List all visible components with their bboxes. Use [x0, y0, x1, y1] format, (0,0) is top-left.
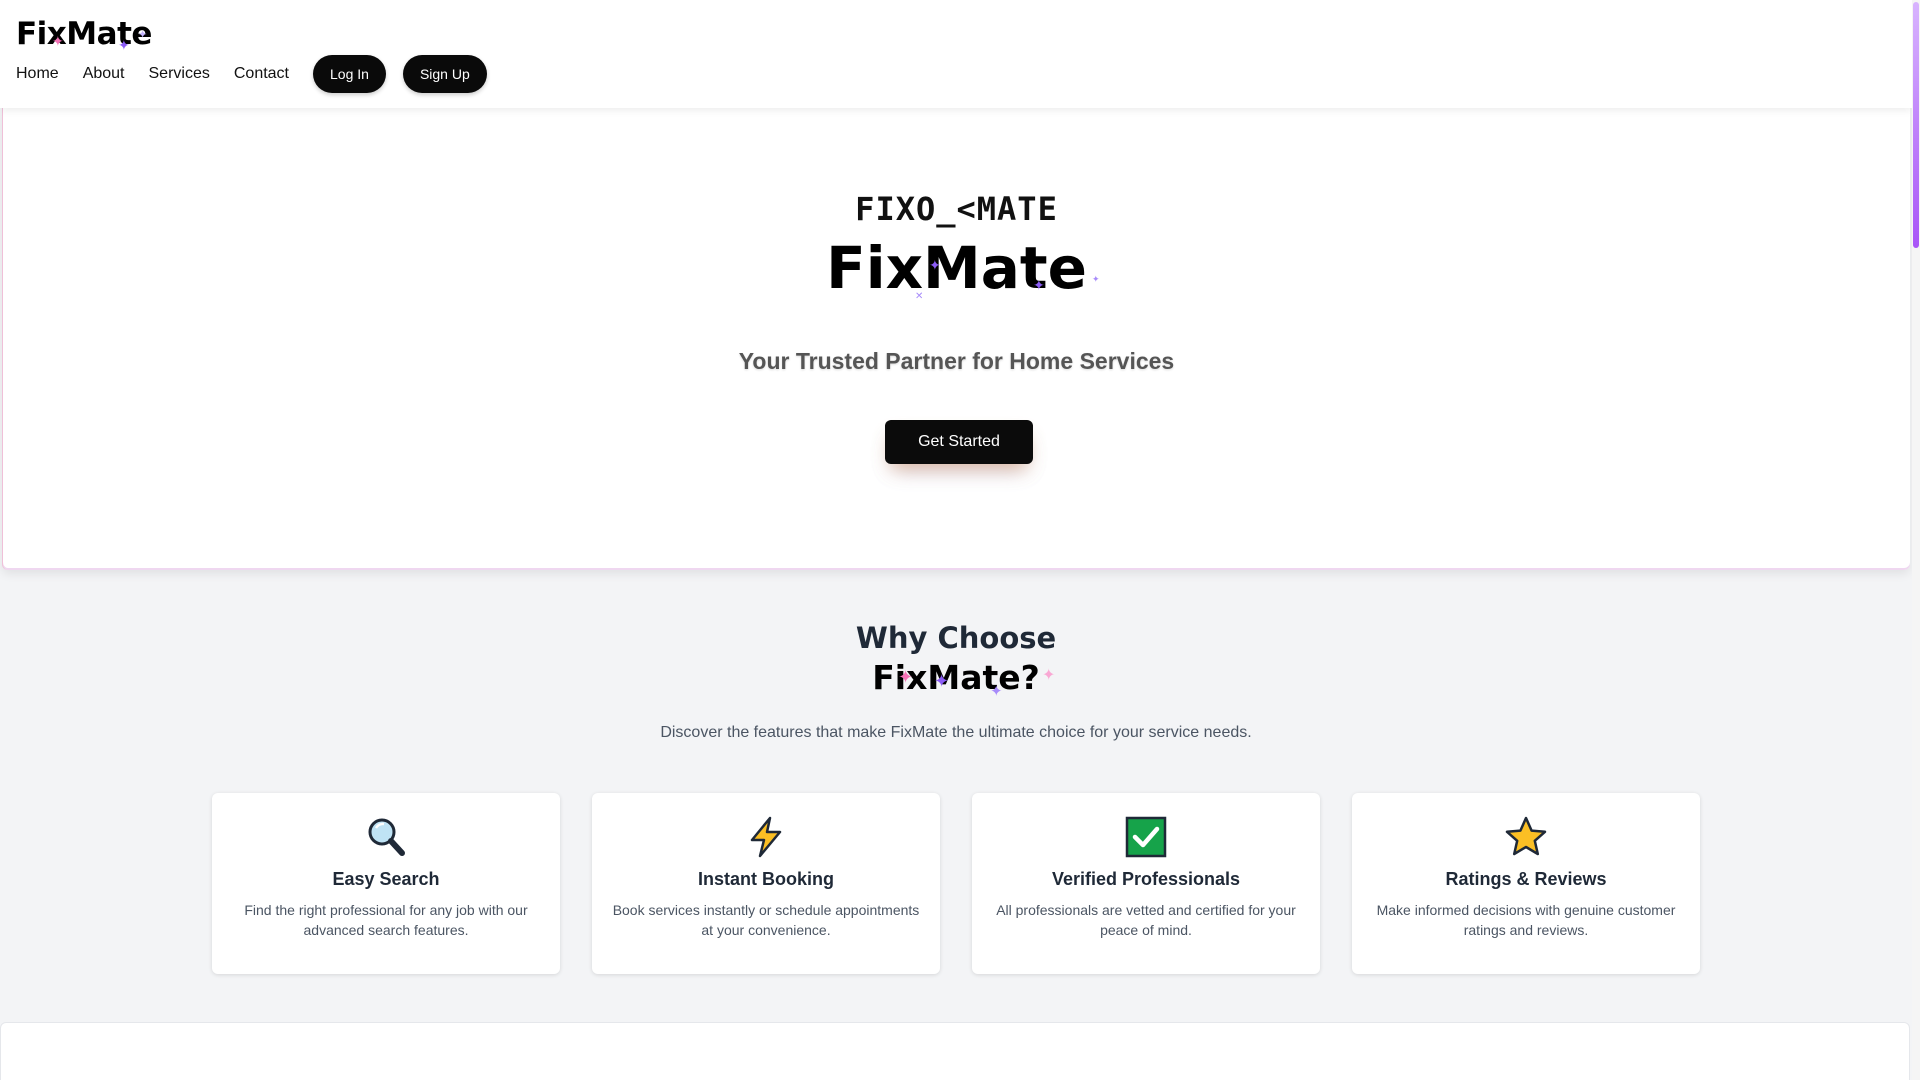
feature-title: Verified Professionals — [1051, 869, 1241, 889]
logo-text: FixMate — [16, 16, 152, 52]
main-nav: Home About Services Contact Log In Sign … — [16, 55, 504, 93]
feature-description: Make informed decisions with genuine cus… — [1376, 902, 1676, 938]
feature-title: Ratings & Reviews — [1445, 869, 1607, 889]
scrollbar-thumb[interactable] — [1913, 2, 1919, 248]
sparkle-icon: ✦ — [1042, 667, 1056, 684]
next-section-panel — [0, 1022, 1910, 1080]
site-header: FixMate ✦ ✦ ✦ Home About Services Contac… — [0, 0, 1912, 108]
why-section-title: Why Choose FixMate? — [0, 618, 1912, 698]
sparkle-icon: ✦ — [990, 683, 1003, 700]
sparkle-icon: ✦ — [52, 33, 64, 49]
page: FixMate ✦ ✦ ✦ Home About Services Contac… — [0, 0, 1920, 1080]
sparkle-icon: ✦ — [1092, 274, 1100, 284]
scrollbar[interactable] — [1912, 0, 1920, 1080]
magnifier-icon — [212, 815, 560, 859]
feature-cards: Easy Search Find the right professional … — [212, 793, 1700, 974]
login-button[interactable]: Log In — [313, 55, 386, 93]
nav-link-contact[interactable]: Contact — [234, 65, 289, 83]
feature-card: Verified Professionals All professionals… — [972, 793, 1320, 974]
hero-code-text: FIXO_<MATE — [855, 190, 1058, 228]
nav-link-services[interactable]: Services — [149, 65, 210, 83]
hero-tagline: Your Trusted Partner for Home Services — [738, 348, 1175, 374]
why-title-line1: Why Choose — [855, 621, 1057, 655]
sparkle-icon: ✦ — [929, 257, 941, 273]
sparkle-icon: ✕ — [915, 291, 924, 302]
nav-link-home[interactable]: Home — [16, 65, 59, 83]
star-icon — [1352, 815, 1700, 859]
feature-card: Instant Booking Book services instantly … — [592, 793, 940, 974]
feature-card: Easy Search Find the right professional … — [212, 793, 560, 974]
feature-description: Find the right professional for any job … — [244, 902, 528, 938]
feature-description: All professionals are vetted and certifi… — [996, 902, 1296, 938]
feature-title: Instant Booking — [698, 869, 834, 889]
why-section-subtitle: Discover the features that make FixMate … — [660, 724, 1252, 741]
why-title-line2: FixMate? — [872, 658, 1040, 697]
site-logo[interactable]: FixMate — [16, 16, 152, 52]
check-box-icon — [972, 815, 1320, 859]
sparkle-icon: ✦ — [138, 29, 148, 41]
feature-description: Book services instantly or schedule appo… — [612, 902, 920, 938]
sparkle-icon: ✦ — [118, 37, 130, 53]
signup-button[interactable]: Sign Up — [402, 55, 487, 93]
get-started-button[interactable]: Get Started — [885, 420, 1033, 464]
hero-section: FIXO_<MATE FixMate ✦ ✦ ✦ ✕ Your Trusted … — [2, 108, 1910, 570]
sparkle-icon: ✦ — [934, 671, 950, 691]
hero-title: FixMate — [826, 234, 1087, 302]
lightning-icon — [592, 815, 940, 859]
feature-card: Ratings & Reviews Make informed decision… — [1352, 793, 1700, 974]
sparkle-icon: ✦ — [898, 667, 914, 687]
nav-link-about[interactable]: About — [83, 65, 125, 83]
sparkle-icon: ✦ — [1033, 277, 1045, 293]
feature-title: Easy Search — [332, 869, 440, 889]
